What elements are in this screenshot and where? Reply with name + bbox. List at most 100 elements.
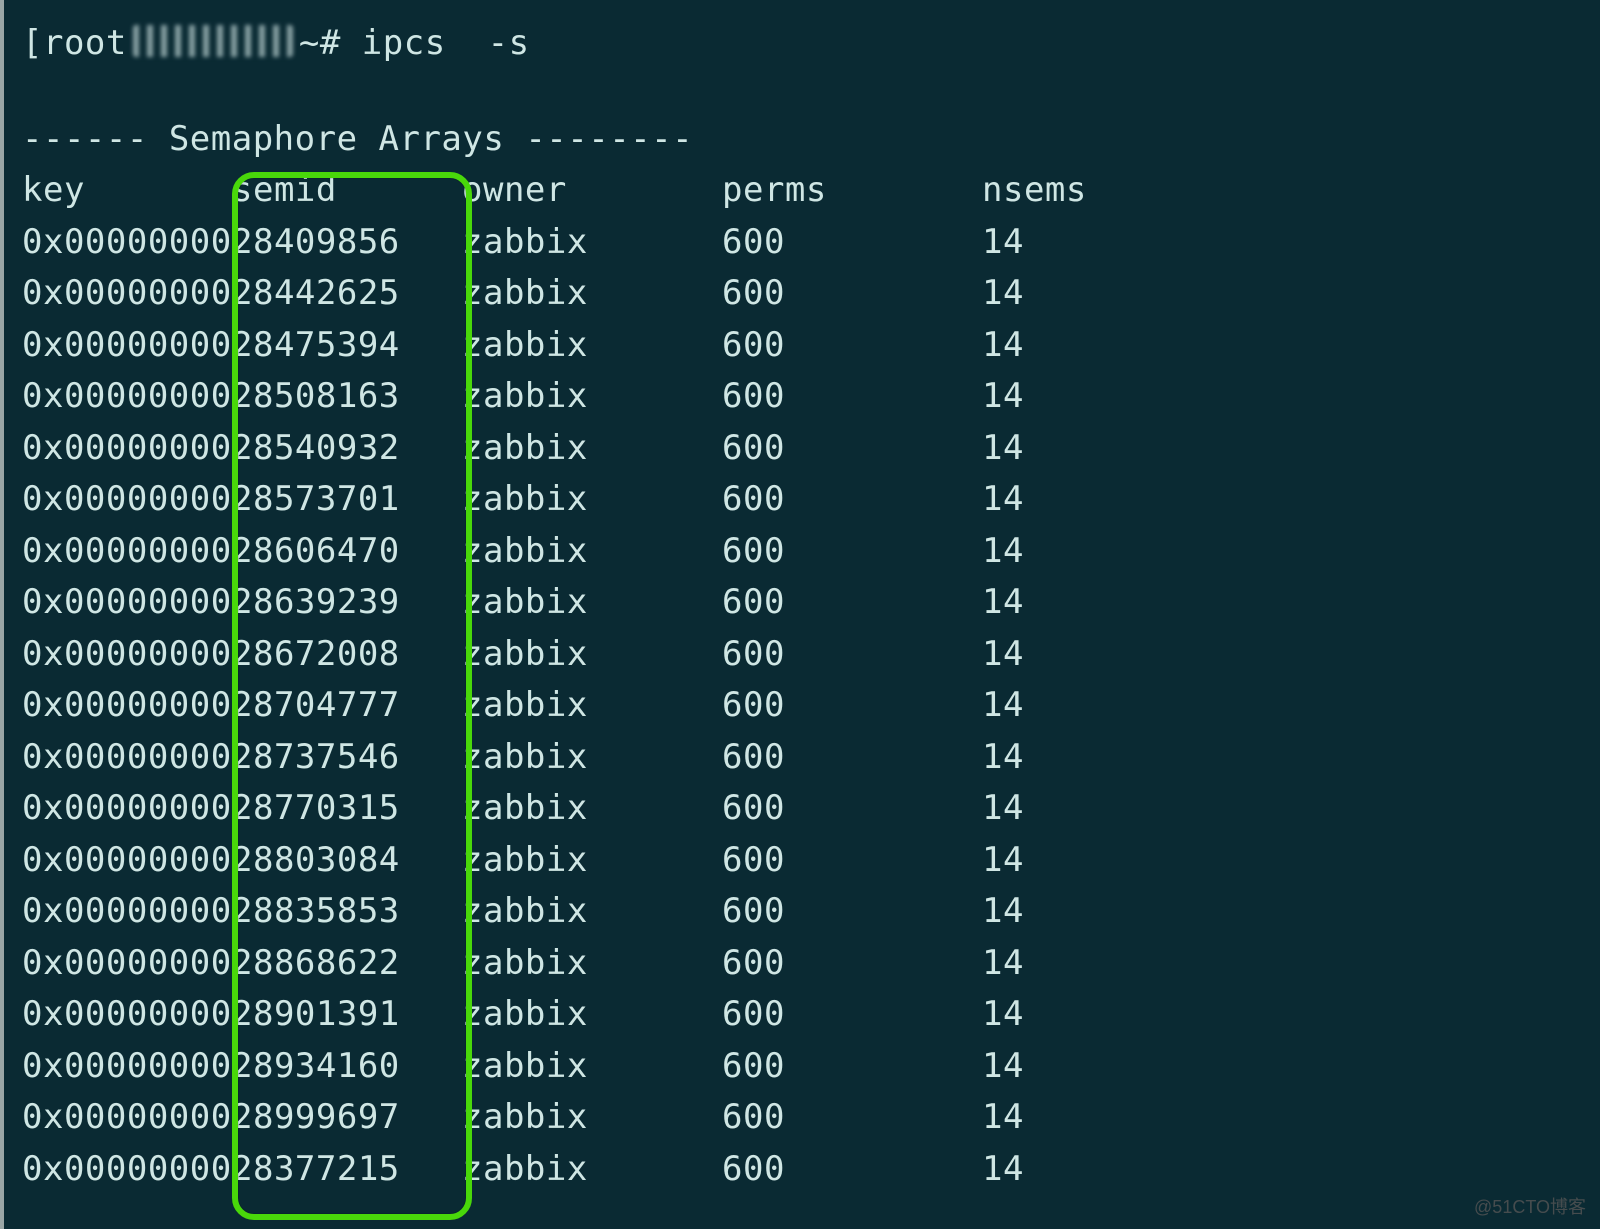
table-row: 0x0000000028999697zabbix60014 [4,1092,1600,1144]
cell-semid: 28835853 [232,886,462,938]
table-row: 0x0000000028704777zabbix60014 [4,680,1600,732]
cell-semid: 28672008 [232,629,462,681]
table-row: 0x0000000028639239zabbix60014 [4,577,1600,629]
cell-nsems: 14 [982,526,1024,578]
cell-semid: 28606470 [232,526,462,578]
cell-semid: 28737546 [232,732,462,784]
cell-perms: 600 [722,423,982,475]
section-dashes-left: ------ [22,119,148,159]
cell-nsems: 14 [982,268,1024,320]
cell-perms: 600 [722,1041,982,1093]
cell-key: 0x00000000 [22,629,232,681]
cell-perms: 600 [722,783,982,835]
table-row: 0x0000000028442625zabbix60014 [4,268,1600,320]
cell-owner: zabbix [462,783,722,835]
cell-semid: 28770315 [232,783,462,835]
cell-owner: zabbix [462,320,722,372]
cell-owner: zabbix [462,835,722,887]
col-owner: owner [462,165,722,217]
cell-nsems: 14 [982,320,1024,372]
command-text: ipcs -s [362,23,530,63]
cell-key: 0x00000000 [22,1092,232,1144]
cell-semid: 28377215 [232,1144,462,1196]
cell-owner: zabbix [462,423,722,475]
cell-semid: 28442625 [232,268,462,320]
table-row: 0x0000000028672008zabbix60014 [4,629,1600,681]
cell-perms: 600 [722,629,982,681]
cell-owner: zabbix [462,474,722,526]
cell-key: 0x00000000 [22,989,232,1041]
cell-key: 0x00000000 [22,938,232,990]
cell-owner: zabbix [462,371,722,423]
table-row: 0x0000000028606470zabbix60014 [4,526,1600,578]
cell-owner: zabbix [462,886,722,938]
cell-perms: 600 [722,1092,982,1144]
cell-nsems: 14 [982,1041,1024,1093]
cell-nsems: 14 [982,1092,1024,1144]
cell-semid: 28639239 [232,577,462,629]
cell-nsems: 14 [982,783,1024,835]
table-row: 0x0000000028737546zabbix60014 [4,732,1600,784]
cell-perms: 600 [722,577,982,629]
cell-key: 0x00000000 [22,474,232,526]
cell-owner: zabbix [462,1092,722,1144]
cell-nsems: 14 [982,217,1024,269]
section-header: ------ Semaphore Arrays -------- [4,114,1600,166]
watermark: @51CTO博客 [1474,1193,1586,1219]
cell-semid: 28934160 [232,1041,462,1093]
col-nsems: nsems [982,165,1087,217]
cell-key: 0x00000000 [22,783,232,835]
cell-nsems: 14 [982,938,1024,990]
blank-line [4,70,1600,114]
cell-key: 0x00000000 [22,1144,232,1196]
table-row: 0x0000000028409856zabbix60014 [4,217,1600,269]
cell-owner: zabbix [462,629,722,681]
cell-key: 0x00000000 [22,423,232,475]
table-row: 0x0000000028868622zabbix60014 [4,938,1600,990]
table-body: 0x0000000028409856zabbix600140x000000002… [4,217,1600,1196]
cell-nsems: 14 [982,886,1024,938]
cell-owner: zabbix [462,989,722,1041]
cell-owner: zabbix [462,680,722,732]
section-title: Semaphore Arrays [169,119,505,159]
prompt-tail: ~# [299,23,362,63]
cell-key: 0x00000000 [22,371,232,423]
cell-semid: 28540932 [232,423,462,475]
cell-semid: 28868622 [232,938,462,990]
cell-owner: zabbix [462,1041,722,1093]
cell-key: 0x00000000 [22,577,232,629]
table-row: 0x0000000028835853zabbix60014 [4,886,1600,938]
cell-nsems: 14 [982,680,1024,732]
cell-key: 0x00000000 [22,268,232,320]
cell-key: 0x00000000 [22,835,232,887]
section-dashes-right: -------- [525,119,693,159]
cell-semid: 28573701 [232,474,462,526]
terminal-window[interactable]: [root~# ipcs -s ------ Semaphore Arrays … [0,0,1600,1229]
cell-nsems: 14 [982,989,1024,1041]
col-key: key [22,165,232,217]
prompt-user: root [43,23,127,63]
prompt-line: [root~# ipcs -s [4,0,1600,70]
prompt-host-redacted [133,25,293,57]
cell-key: 0x00000000 [22,1041,232,1093]
cell-owner: zabbix [462,526,722,578]
cell-semid: 28475394 [232,320,462,372]
cell-perms: 600 [722,680,982,732]
cell-perms: 600 [722,320,982,372]
cell-perms: 600 [722,989,982,1041]
table-row: 0x0000000028508163zabbix60014 [4,371,1600,423]
cell-perms: 600 [722,474,982,526]
cell-semid: 28409856 [232,217,462,269]
col-semid: semid [232,165,462,217]
cell-key: 0x00000000 [22,217,232,269]
cell-key: 0x00000000 [22,680,232,732]
cell-perms: 600 [722,732,982,784]
cell-nsems: 14 [982,732,1024,784]
table-row: 0x0000000028573701zabbix60014 [4,474,1600,526]
cell-semid: 28999697 [232,1092,462,1144]
table-row: 0x0000000028540932zabbix60014 [4,423,1600,475]
cell-owner: zabbix [462,217,722,269]
cell-perms: 600 [722,938,982,990]
cell-nsems: 14 [982,629,1024,681]
table-row: 0x0000000028901391zabbix60014 [4,989,1600,1041]
